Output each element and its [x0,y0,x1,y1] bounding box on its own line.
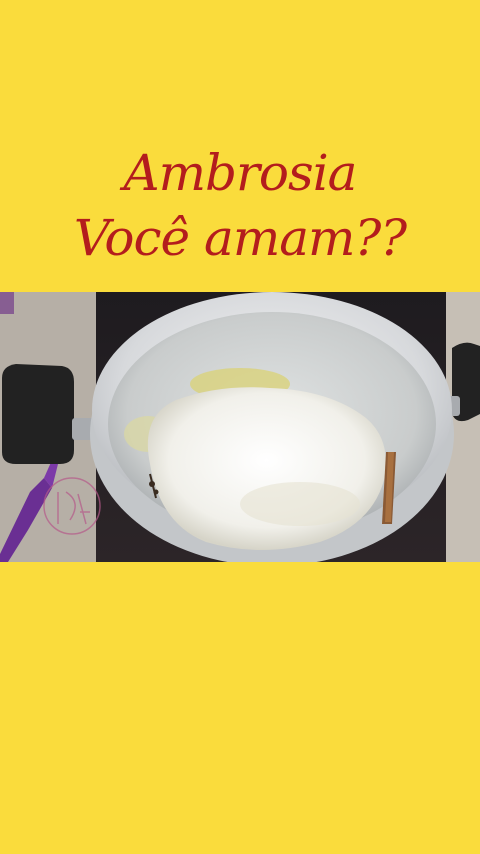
title-line-2: Você amam?? [73,209,407,267]
cooking-photo [0,292,480,562]
title-line-1: Ambrosia [123,144,358,202]
